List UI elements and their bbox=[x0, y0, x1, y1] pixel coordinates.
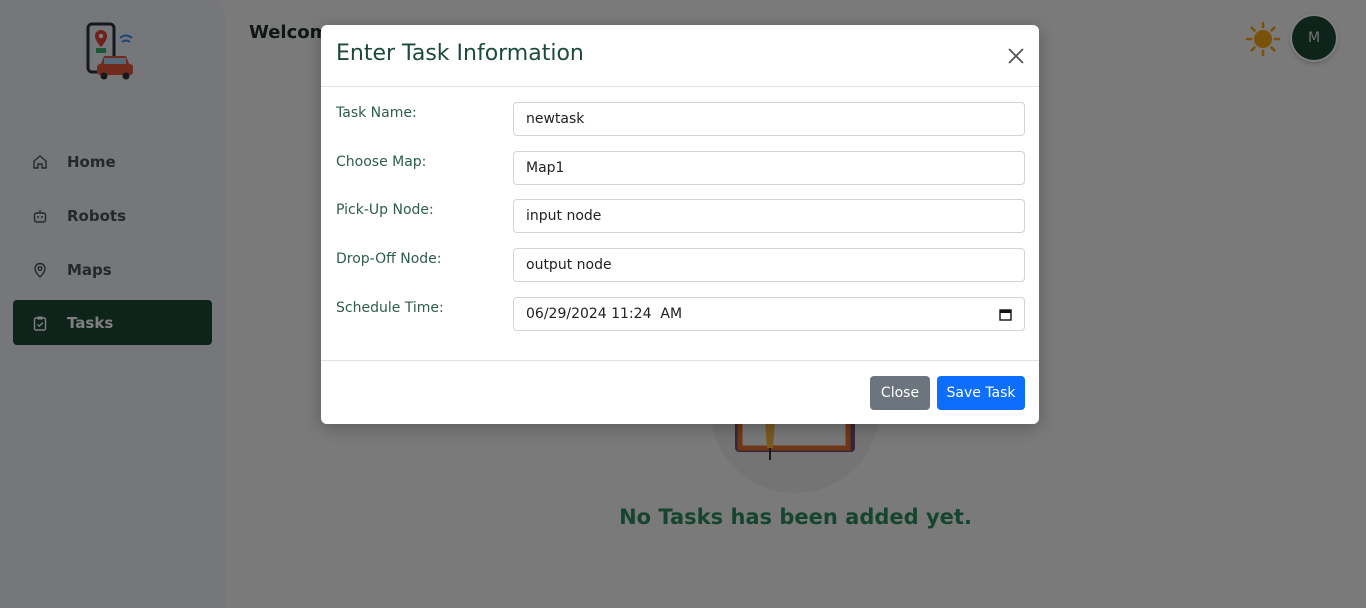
modal-footer: Close Save Task bbox=[321, 360, 1039, 425]
app-root: Home Robots Maps Tasks Welcome bbox=[0, 0, 1366, 608]
close-button[interactable]: Close bbox=[870, 376, 930, 410]
pickup-node-value: input node bbox=[526, 208, 602, 224]
task-name-label: Task Name: bbox=[336, 105, 417, 121]
schedule-time-label: Schedule Time: bbox=[336, 300, 444, 316]
dropoff-node-value: output node bbox=[526, 257, 612, 273]
save-task-button[interactable]: Save Task bbox=[937, 376, 1025, 410]
modal-header: Enter Task Information bbox=[321, 25, 1039, 87]
choose-map-label: Choose Map: bbox=[336, 154, 427, 170]
dropoff-node-input[interactable]: output node bbox=[513, 248, 1025, 282]
choose-map-input[interactable]: Map1 bbox=[513, 151, 1025, 185]
dropoff-node-label: Drop-Off Node: bbox=[336, 251, 442, 267]
close-icon[interactable] bbox=[1005, 45, 1027, 67]
schedule-time-input[interactable]: 06/29/2024 11:24 AM bbox=[513, 297, 1025, 331]
task-name-input[interactable]: newtask bbox=[513, 102, 1025, 136]
task-name-value: newtask bbox=[526, 111, 585, 127]
task-modal: Enter Task Information Task Name: newtas… bbox=[321, 25, 1039, 424]
pickup-node-input[interactable]: input node bbox=[513, 199, 1025, 233]
schedule-time-value: 06/29/2024 11:24 AM bbox=[526, 306, 683, 322]
choose-map-value: Map1 bbox=[526, 160, 565, 176]
modal-title: Enter Task Information bbox=[336, 41, 584, 66]
pickup-node-label: Pick-Up Node: bbox=[336, 202, 434, 218]
calendar-icon[interactable] bbox=[998, 307, 1012, 321]
